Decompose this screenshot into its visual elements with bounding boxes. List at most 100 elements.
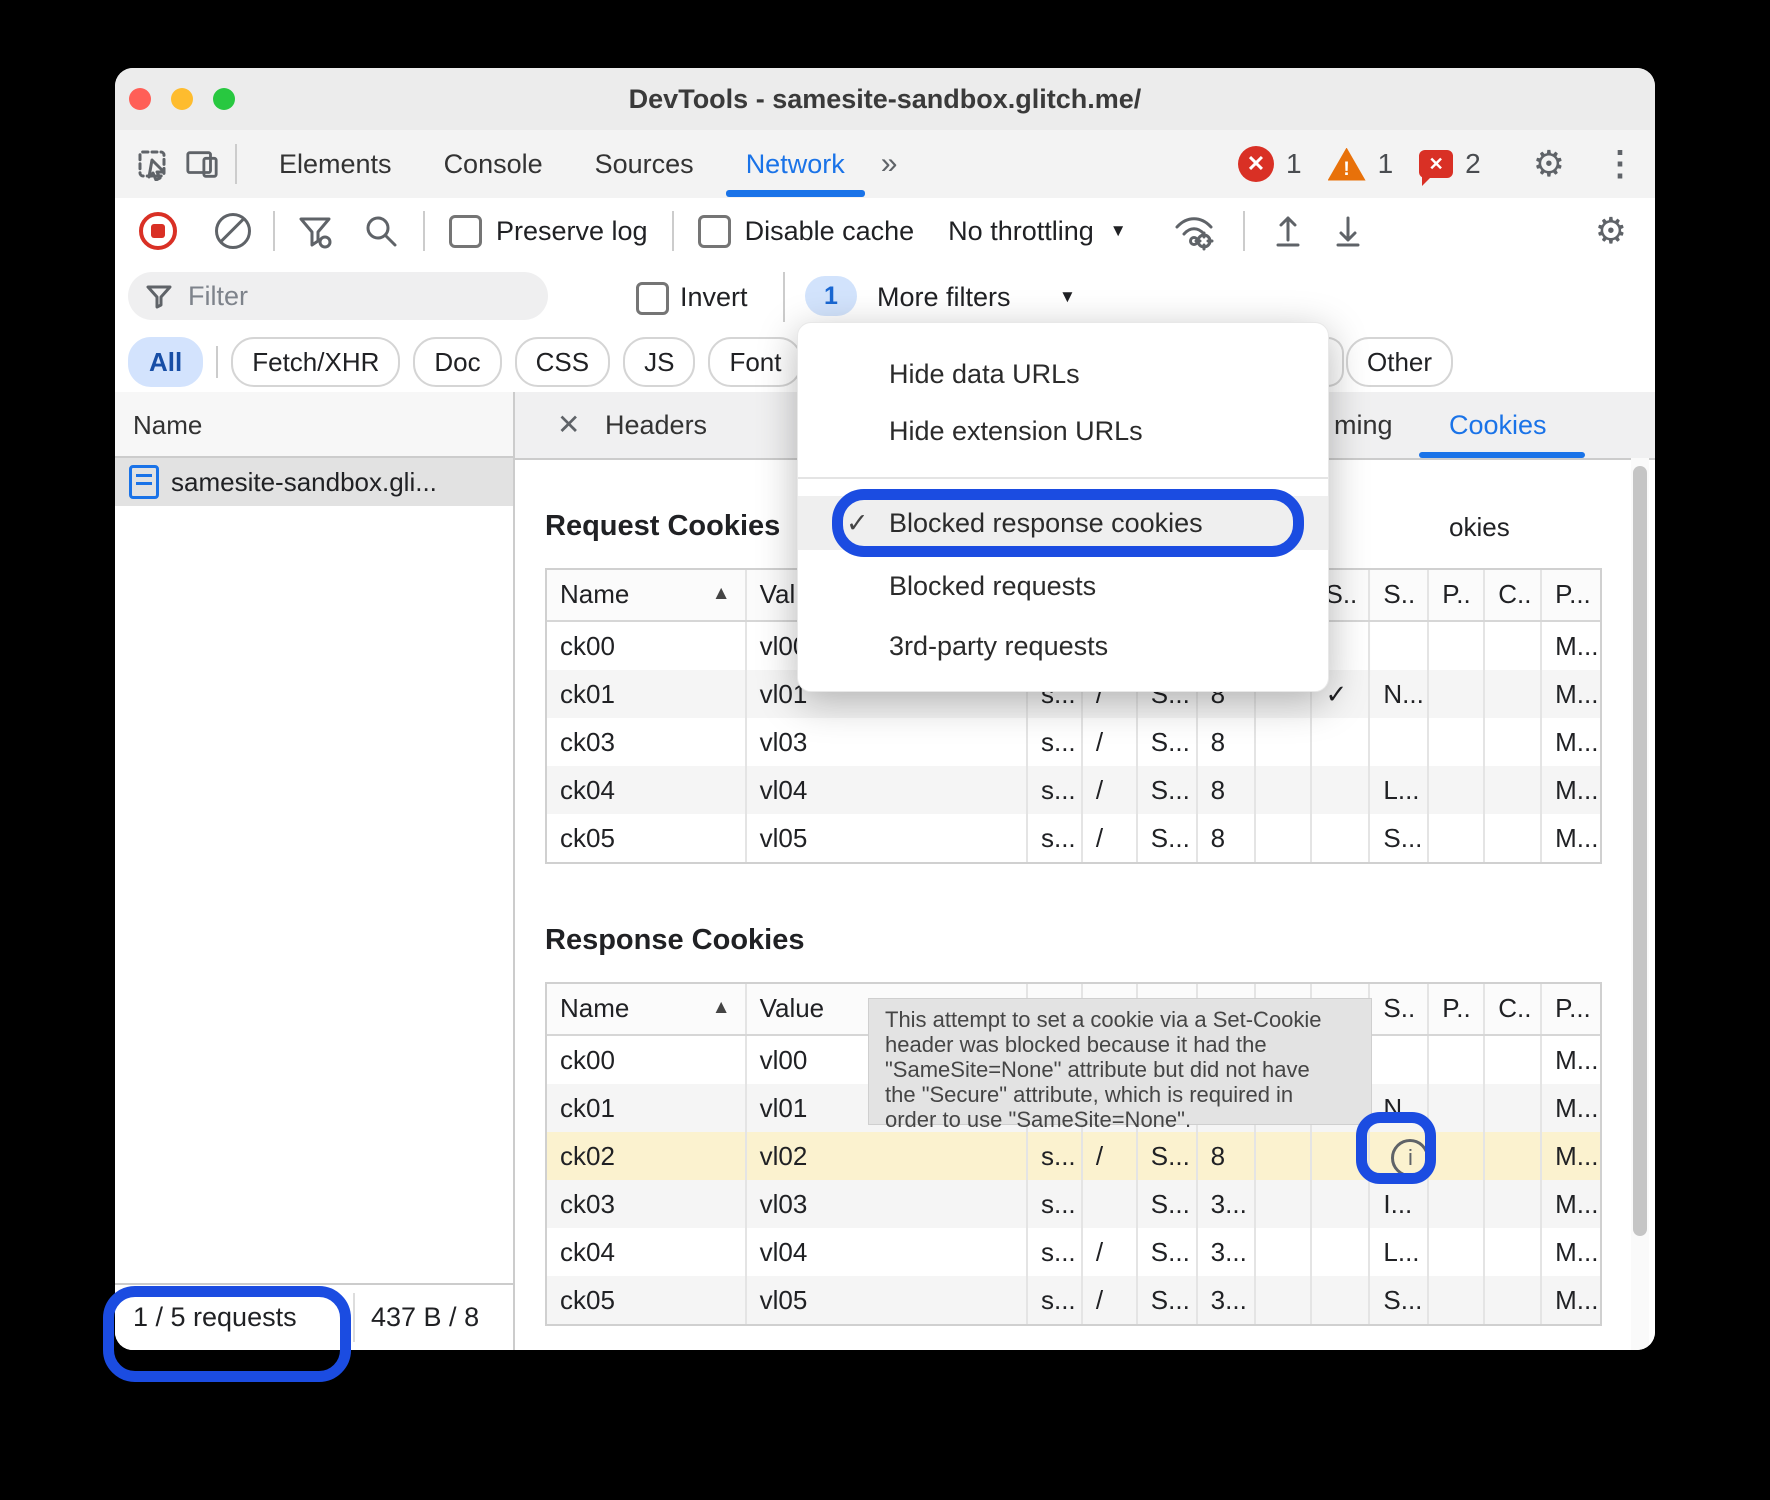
cell-domain: s... [1028, 718, 1083, 766]
search-icon[interactable] [363, 213, 399, 249]
cell-partition [1429, 670, 1485, 718]
request-row-selected[interactable]: samesite-sandbox.gli... [115, 458, 513, 506]
tab-sources[interactable]: Sources [569, 131, 720, 197]
divider [235, 144, 237, 184]
column-header-partition[interactable]: P.. [1429, 570, 1485, 620]
more-tabs-icon[interactable]: » [871, 131, 908, 197]
cookie-row-ck03[interactable]: ck03vl03s.../S...8M... [547, 718, 1600, 766]
cell-size: 3... [1198, 1276, 1256, 1324]
cell-secure [1312, 1228, 1370, 1276]
column-header-name[interactable]: Name▲ [547, 984, 747, 1034]
column-header-samesite[interactable]: S.. [1370, 570, 1429, 620]
chip-fetch-xhr[interactable]: Fetch/XHR [231, 337, 400, 387]
column-header-priority[interactable]: P... [1542, 570, 1600, 620]
tab-elements[interactable]: Elements [253, 131, 418, 197]
cell-samesite: L... [1370, 766, 1429, 814]
clear-icon[interactable] [215, 213, 251, 249]
scrollbar[interactable] [1631, 458, 1649, 1350]
annotation-ring-blocked-response-cookies [832, 489, 1304, 557]
cell-domain: s... [1028, 766, 1083, 814]
scrollbar-thumb[interactable] [1633, 466, 1647, 1236]
cell-name: ck00 [547, 1036, 747, 1084]
cookie-row-ck04[interactable]: ck04vl04s.../S...3...L...M... [547, 1228, 1600, 1276]
cell-name: ck01 [547, 670, 747, 718]
menu-item-hide-extension-urls[interactable]: Hide extension URLs [798, 404, 1328, 458]
cell-expires: S... [1138, 1132, 1198, 1180]
cell-cross_site [1485, 622, 1542, 670]
chip-font[interactable]: Font [708, 337, 802, 387]
tab-cookies[interactable]: Cookies [1449, 392, 1547, 458]
tab-network[interactable]: Network [720, 131, 871, 197]
network-settings-gear-icon[interactable]: ⚙ [1595, 213, 1627, 249]
window-title: DevTools - samesite-sandbox.glitch.me/ [115, 68, 1655, 130]
network-conditions-icon[interactable] [1171, 211, 1217, 251]
chip-all[interactable]: All [128, 337, 203, 387]
kebab-menu-icon[interactable]: ⋮ [1603, 144, 1637, 184]
cell-cross_site [1485, 1180, 1542, 1228]
filter-funnel-icon[interactable] [297, 213, 333, 249]
chip-doc[interactable]: Doc [413, 337, 501, 387]
cookie-row-ck02[interactable]: ck02vl02s.../S...8iM... [547, 1132, 1600, 1180]
cell-path: / [1083, 814, 1138, 862]
divider [273, 211, 275, 251]
export-har-icon[interactable] [1331, 212, 1365, 250]
import-har-icon[interactable] [1271, 212, 1305, 250]
request-list-name-header[interactable]: Name [115, 392, 513, 458]
more-filters-button[interactable]: More filters [877, 264, 1011, 330]
filter-input[interactable]: Filter [128, 272, 548, 320]
tab-console[interactable]: Console [418, 131, 569, 197]
cell-priority: M... [1542, 1084, 1600, 1132]
cell-partition [1429, 1036, 1485, 1084]
disable-cache-checkbox[interactable] [698, 215, 731, 248]
cell-size: 3... [1198, 1180, 1256, 1228]
menu-item-3rd-party-requests[interactable]: 3rd-party requests [798, 619, 1328, 673]
cell-cross_site [1485, 1084, 1542, 1132]
record-icon[interactable] [139, 212, 177, 250]
column-header-cross_site[interactable]: C.. [1485, 570, 1542, 620]
menu-item-hide-data-urls[interactable]: Hide data URLs [798, 347, 1328, 401]
cell-httponly [1256, 718, 1313, 766]
cell-samesite: L... [1370, 1228, 1429, 1276]
issues-icon[interactable]: ✕ [1419, 150, 1453, 178]
cookie-row-ck05[interactable]: ck05vl05s.../S...8S...M... [547, 814, 1600, 862]
cell-cross_site [1485, 1132, 1542, 1180]
device-toolbar-icon[interactable] [185, 147, 219, 181]
inspect-element-icon[interactable] [137, 147, 171, 181]
tab-timing-fragment[interactable]: ming [1334, 392, 1393, 458]
chip-other[interactable]: Other [1346, 337, 1453, 387]
cookie-row-ck04[interactable]: ck04vl04s.../S...8L...M... [547, 766, 1600, 814]
warning-count: 1 [1378, 148, 1394, 180]
column-header-name[interactable]: Name▲ [547, 570, 747, 620]
chip-js[interactable]: JS [623, 337, 695, 387]
cell-priority: M... [1542, 718, 1600, 766]
cell-partition [1429, 1228, 1485, 1276]
throttling-select[interactable]: No throttling [948, 216, 1094, 247]
cell-partition [1429, 814, 1485, 862]
transfer-size-summary: 437 B / 8 [371, 1285, 479, 1350]
preserve-log-checkbox[interactable] [449, 215, 482, 248]
column-header-partition[interactable]: P.. [1429, 984, 1485, 1034]
menu-item-blocked-requests[interactable]: Blocked requests [798, 559, 1328, 613]
column-header-samesite[interactable]: S.. [1370, 984, 1429, 1034]
close-icon[interactable]: ✕ [557, 392, 580, 458]
cell-samesite [1370, 1036, 1429, 1084]
cookie-row-ck05[interactable]: ck05vl05s.../S...3...S...M... [547, 1276, 1600, 1324]
warning-icon[interactable]: ! [1328, 148, 1366, 181]
cell-expires: S... [1138, 1228, 1198, 1276]
column-header-priority[interactable]: P... [1542, 984, 1600, 1034]
network-toolbar: Preserve log Disable cache No throttling… [115, 198, 1655, 265]
cookie-row-ck03[interactable]: ck03vl03s...S...3...I...M... [547, 1180, 1600, 1228]
cell-httponly [1256, 814, 1313, 862]
cell-name: ck05 [547, 814, 747, 862]
chip-css[interactable]: CSS [515, 337, 610, 387]
chevron-down-icon[interactable]: ▼ [1110, 221, 1127, 241]
error-icon[interactable]: ✕ [1238, 146, 1274, 182]
settings-gear-icon[interactable]: ⚙ [1533, 146, 1565, 182]
cell-priority: M... [1542, 1228, 1600, 1276]
invert-checkbox[interactable] [636, 282, 669, 315]
annotation-ring-info-icon [1356, 1112, 1436, 1184]
chevron-down-icon[interactable]: ▼ [1059, 264, 1076, 330]
column-header-cross_site[interactable]: C.. [1485, 984, 1542, 1034]
tab-headers[interactable]: Headers [605, 392, 707, 458]
cell-size: 8 [1198, 718, 1256, 766]
